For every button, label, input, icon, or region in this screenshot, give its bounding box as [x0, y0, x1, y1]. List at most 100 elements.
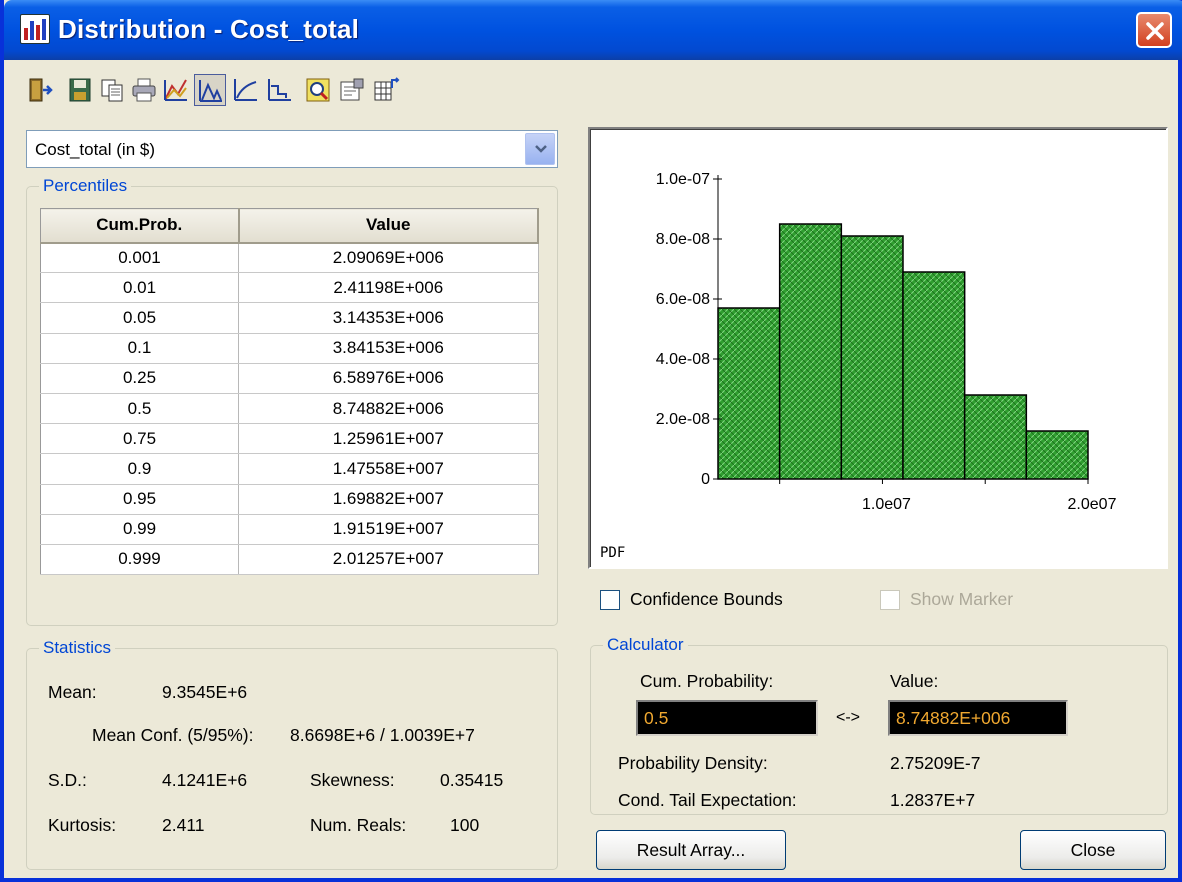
step-view-button[interactable]: [264, 74, 296, 106]
table-row[interactable]: 0.95 1.69882E+007: [40, 484, 539, 515]
value-cell: 6.58976E+006: [238, 363, 539, 394]
skewness-value: 0.35415: [440, 770, 504, 790]
cond-tail-expectation-value: 1.2837E+7: [890, 790, 976, 810]
histogram-bar: [963, 394, 1028, 480]
print-icon: [132, 78, 156, 102]
value-cell: 1.47558E+007: [238, 453, 539, 485]
column-header-cum-prob[interactable]: Cum.Prob.: [40, 208, 240, 244]
y-tick-label: 1.0e-07: [656, 171, 710, 188]
percentiles-legend: Percentiles: [39, 176, 132, 196]
cum-prob-cell: 0.75: [40, 423, 239, 455]
y-tick-label: 4.0e-08: [656, 351, 710, 368]
y-axis-label: PDF: [600, 545, 625, 561]
cum-prob-cell: 0.001: [40, 242, 239, 274]
distribution-app-icon: [20, 14, 50, 44]
cum-prob-cell: 0.5: [40, 393, 239, 425]
cond-tail-expectation-label: Cond. Tail Expectation:: [618, 790, 797, 810]
value-cell: 1.91519E+007: [238, 514, 539, 545]
title-bar[interactable]: Distribution - Cost_total: [4, 0, 1182, 60]
table-row[interactable]: 0.75 1.25961E+007: [40, 423, 539, 455]
histogram-bar: [717, 307, 781, 480]
table-row[interactable]: 0.9 1.47558E+007: [40, 453, 539, 485]
value-label: Value:: [890, 671, 939, 691]
exit-button[interactable]: [24, 74, 56, 106]
copy-icon: [101, 79, 123, 102]
zoom-icon: [306, 78, 330, 102]
histogram-bar: [902, 271, 966, 480]
save-icon: [69, 78, 91, 102]
close-icon: [1146, 22, 1164, 40]
probability-density-value: 2.75209E-7: [890, 753, 981, 773]
bidirectional-arrow: <->: [836, 709, 861, 726]
x-tick-label: 1.0e07: [862, 496, 911, 513]
cum-prob-cell: 0.99: [40, 514, 239, 545]
percentiles-table: Cum.Prob. Value 0.001 2.09069E+006 0.01 2.…: [40, 208, 539, 576]
chart-settings-button[interactable]: [160, 74, 192, 106]
cum-prob-cell: 0.1: [40, 333, 239, 364]
table-row[interactable]: 0.999 2.01257E+007: [40, 544, 539, 576]
cum-prob-cell: 0.05: [40, 302, 239, 334]
save-button[interactable]: [64, 74, 96, 106]
copy-button[interactable]: [96, 74, 128, 106]
zoom-button[interactable]: [302, 74, 334, 106]
num-reals-value: 100: [450, 815, 480, 835]
cum-prob-cell: 0.999: [40, 544, 239, 576]
distribution-window: Distribution - Cost_total Cost_total (in…: [0, 0, 1182, 882]
value-cell: 8.74882E+006: [238, 393, 539, 425]
close-button[interactable]: Close: [1020, 830, 1166, 870]
mean-label: Mean:: [48, 682, 97, 702]
kurtosis-label: Kurtosis:: [48, 815, 117, 835]
cdf-view-button[interactable]: [230, 74, 262, 106]
variable-select-arrow[interactable]: [525, 133, 555, 165]
table-row[interactable]: 0.99 1.91519E+007: [40, 514, 539, 545]
confidence-bounds-checkbox[interactable]: [600, 590, 620, 610]
step-view-icon: [268, 79, 291, 101]
table-row[interactable]: 0.01 2.41198E+006: [40, 272, 539, 304]
table-row[interactable]: 0.5 8.74882E+006: [40, 393, 539, 425]
column-header-value[interactable]: Value: [238, 208, 539, 244]
cum-prob-label: Cum. Probability:: [640, 671, 774, 691]
y-tick-label: 2.0e-08: [656, 411, 710, 428]
pdf-chart-panel[interactable]: 1.0e-07 8.0e-08 6.0e-08 4.0e-08 2.0e-08 0 1.0e…: [588, 127, 1168, 569]
table-row[interactable]: 0.05 3.14353E+006: [40, 302, 539, 334]
print-button[interactable]: [128, 74, 160, 106]
properties-button[interactable]: [336, 74, 368, 106]
export-table-icon: [374, 77, 400, 101]
statistics-group: Statistics: [26, 638, 558, 870]
show-marker-label[interactable]: Show Marker: [910, 589, 1013, 610]
sd-value: 4.1241E+6: [162, 770, 248, 790]
cdf-view-icon: [234, 79, 257, 101]
value-cell: 2.41198E+006: [238, 272, 539, 304]
cum-prob-input[interactable]: 0.5: [636, 700, 818, 736]
table-row[interactable]: 0.1 3.84153E+006: [40, 333, 539, 364]
num-reals-label: Num. Reals:: [310, 815, 407, 835]
variable-select[interactable]: Cost_total (in $): [26, 130, 558, 168]
close-window-button[interactable]: [1136, 12, 1172, 48]
statistics-legend: Statistics: [39, 638, 116, 658]
chevron-down-icon: [535, 145, 547, 153]
pdf-view-icon: [199, 80, 222, 102]
chart-settings-icon: [164, 79, 187, 101]
mean-conf-value: 8.6698E+6 / 1.0039E+7: [290, 725, 475, 745]
value-cell: 3.14353E+006: [238, 302, 539, 334]
histogram-bar: [778, 223, 843, 480]
pdf-view-button[interactable]: [194, 74, 226, 106]
cum-prob-cell: 0.9: [40, 453, 239, 485]
export-table-button[interactable]: [370, 74, 402, 106]
value-cell: 2.01257E+007: [238, 544, 539, 576]
y-tick-label: 0: [701, 471, 710, 488]
confidence-bounds-label[interactable]: Confidence Bounds: [630, 589, 783, 610]
result-array-button[interactable]: Result Array...: [596, 830, 786, 870]
value-input[interactable]: 8.74882E+006: [888, 700, 1068, 736]
cum-prob-cell: 0.95: [40, 484, 239, 515]
cum-prob-cell: 0.25: [40, 363, 239, 394]
show-marker-checkbox[interactable]: [880, 590, 900, 610]
histogram-bar: [840, 235, 904, 480]
table-row[interactable]: 0.001 2.09069E+006: [40, 242, 539, 274]
histogram-bar: [1025, 430, 1089, 480]
value-cell: 3.84153E+006: [238, 333, 539, 364]
pdf-histogram: 1.0e-07 8.0e-08 6.0e-08 4.0e-08 2.0e-08 0 1.0e…: [600, 171, 1117, 561]
table-row[interactable]: 0.25 6.58976E+006: [40, 363, 539, 394]
properties-icon: [340, 78, 364, 101]
y-tick-label: 6.0e-08: [656, 291, 710, 308]
